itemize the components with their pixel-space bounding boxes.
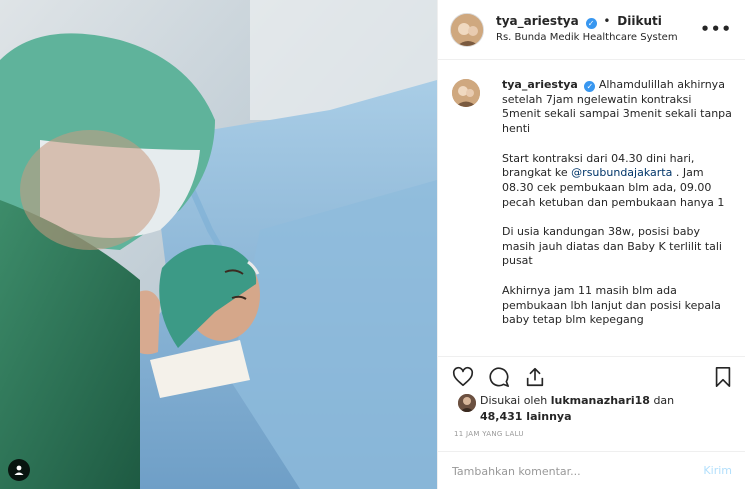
post-side-panel: tya_ariestya ✓ • Diikuti Rs. Bunda Medik… (437, 0, 745, 489)
likes-suffix: lainnya (526, 410, 572, 423)
caption-paragraph-2: Start kontraksi dari 04.30 dini hari, br… (502, 152, 732, 211)
likes-conjunction: dan (653, 394, 675, 407)
comment-input[interactable] (452, 462, 672, 480)
caption-paragraph-3: Di usia kandungan 38w, posisi baby masih… (502, 225, 722, 268)
likes-count-button[interactable]: 48,431 lainnya (480, 410, 572, 423)
liker-avatar[interactable] (458, 394, 476, 412)
caption-paragraph-1: tya_ariestya ✓ Alhamdulillah akhirnya se… (502, 78, 732, 137)
verified-badge-icon: ✓ (585, 18, 597, 29)
action-bar (450, 366, 734, 390)
header-username[interactable]: tya_ariestya (496, 14, 579, 28)
mention-link[interactable]: @rsubundajakarta (571, 166, 672, 179)
likes-count: 48,431 (480, 410, 523, 423)
add-comment-section: Kirim (438, 451, 745, 489)
follow-status-button[interactable]: Diikuti (617, 14, 662, 28)
likes-summary: Disukai oleh lukmanazhari18 dan 48,431 l… (480, 393, 732, 425)
post-comment-button[interactable]: Kirim (703, 464, 732, 477)
caption-text: tya_ariestya ✓ Alhamdulillah akhirnya se… (502, 78, 732, 343)
caption-area: tya_ariestya ✓ Alhamdulillah akhirnya se… (438, 61, 745, 357)
verified-badge-icon: ✓ (584, 81, 596, 92)
caption-avatar[interactable] (452, 79, 480, 107)
location-link[interactable]: Rs. Bunda Medik Healthcare System (496, 32, 678, 43)
separator-dot: • (603, 14, 611, 28)
user-tag-icon[interactable] (8, 459, 30, 481)
caption-paragraph-4: Akhirnya jam 11 masih blm ada pembukaan … (502, 283, 721, 327)
bookmark-icon[interactable] (712, 366, 734, 388)
post-timestamp[interactable]: 11 JAM YANG LALU (454, 430, 524, 438)
post-header: tya_ariestya ✓ • Diikuti Rs. Bunda Medik… (438, 0, 745, 60)
avatar[interactable] (450, 13, 484, 47)
share-upload-icon[interactable] (524, 366, 546, 388)
likes-prefix: Disukai oleh (480, 394, 548, 407)
photo-illustration (0, 0, 437, 489)
caption-username[interactable]: tya_ariestya (502, 78, 578, 91)
liker-username[interactable]: lukmanazhari18 (551, 394, 650, 407)
heart-icon[interactable] (452, 366, 474, 388)
comment-bubble-icon[interactable] (488, 366, 510, 388)
post-photo[interactable] (0, 0, 437, 489)
more-options-icon[interactable]: ••• (700, 20, 732, 38)
header-user-line: tya_ariestya ✓ • Diikuti (496, 14, 662, 29)
